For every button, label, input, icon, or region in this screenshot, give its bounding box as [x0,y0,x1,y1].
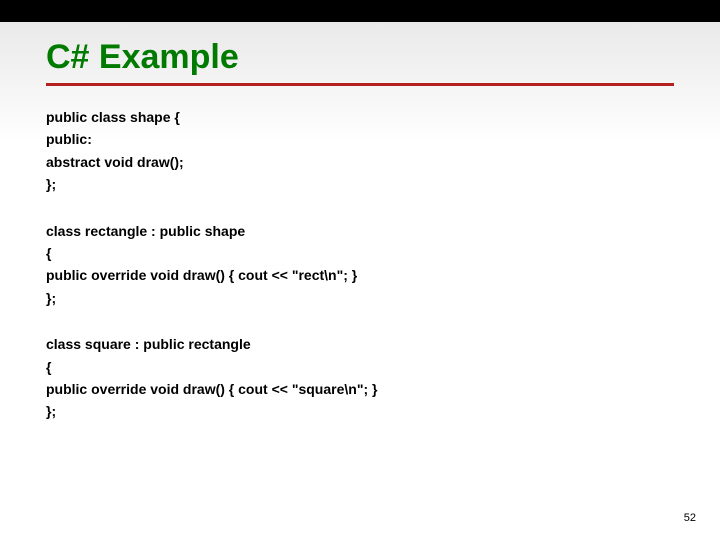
code-block-2: class rectangle : public shape { public … [46,220,674,310]
code-line: class square : public rectangle [46,333,674,355]
slide: C# Example public class shape { public: … [0,0,720,540]
code-line: }; [46,400,674,422]
content-area: C# Example public class shape { public: … [46,38,674,423]
title-underline [46,83,674,86]
code-line: public override void draw() { cout << "r… [46,264,674,286]
slide-title: C# Example [46,38,674,77]
code-line: { [46,242,674,264]
code-line: abstract void draw(); [46,151,674,173]
top-bar [0,0,720,22]
page-number: 52 [684,512,696,524]
code-line: public class shape { [46,106,674,128]
code-line: class rectangle : public shape [46,220,674,242]
code-line: }; [46,173,674,195]
code-line: public: [46,128,674,150]
code-line: public override void draw() { cout << "s… [46,378,674,400]
code-line: }; [46,287,674,309]
code-line: { [46,356,674,378]
code-block-3: class square : public rectangle { public… [46,333,674,423]
code-block-1: public class shape { public: abstract vo… [46,106,674,196]
